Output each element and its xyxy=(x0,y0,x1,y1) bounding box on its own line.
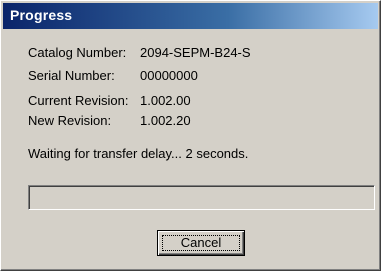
status-message: Waiting for transfer delay... 2 seconds. xyxy=(28,146,249,161)
window-title: Progress xyxy=(10,7,73,23)
current-revision-value: 1.002.00 xyxy=(140,93,191,108)
cancel-button[interactable]: Cancel xyxy=(157,230,245,256)
new-revision-value: 1.002.20 xyxy=(140,113,191,128)
title-bar[interactable]: Progress xyxy=(3,3,378,29)
catalog-number-label: Catalog Number: xyxy=(28,45,127,60)
transfer-progress-bar xyxy=(28,185,375,210)
new-revision-label: New Revision: xyxy=(28,113,112,128)
current-revision-label: Current Revision: xyxy=(28,93,129,108)
cancel-button-label: Cancel xyxy=(180,235,222,250)
serial-number-value: 00000000 xyxy=(140,68,198,83)
progress-dialog: Progress Catalog Number: 2094-SEPM-B24-S… xyxy=(0,0,381,271)
catalog-number-value: 2094-SEPM-B24-S xyxy=(140,45,251,60)
serial-number-label: Serial Number: xyxy=(28,68,115,83)
